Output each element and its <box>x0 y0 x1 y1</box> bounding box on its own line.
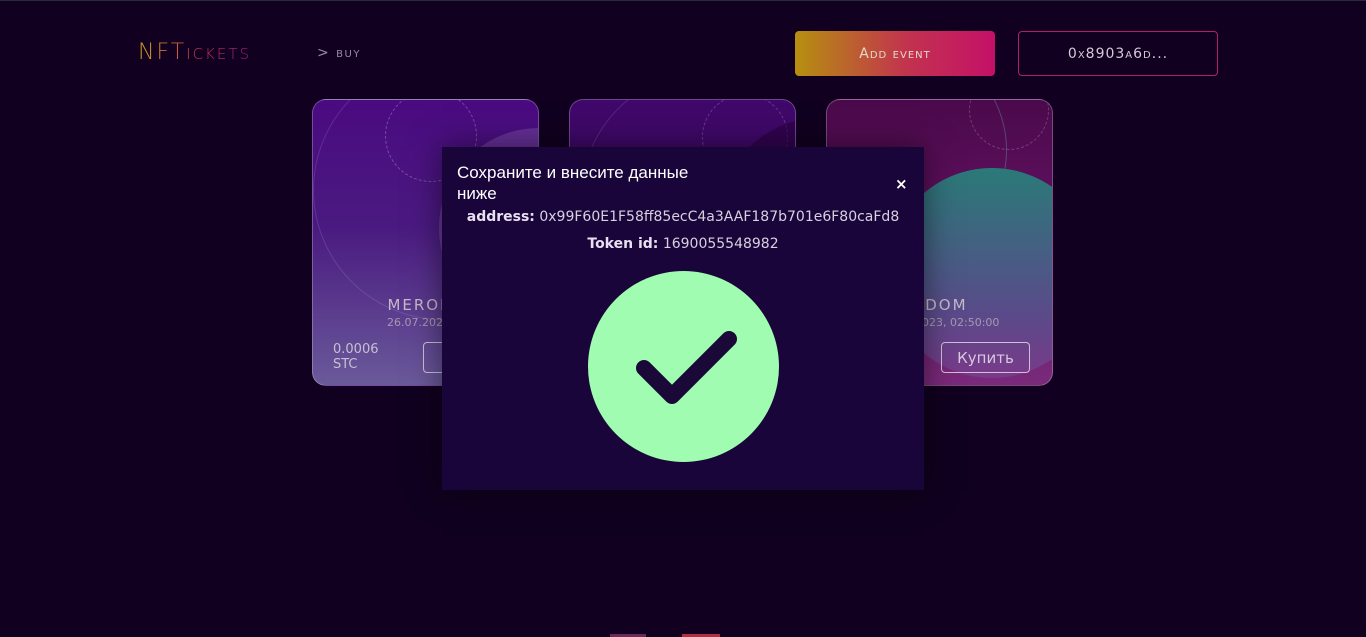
address-value: 0x99F60E1F58ff85ecC4a3AAF187b701e6F80caF… <box>539 209 900 225</box>
price-value: 0.0006 <box>333 342 379 357</box>
address-row: address: 0x99F60E1F58ff85ecC4a3AAF187b70… <box>442 209 924 225</box>
top-border <box>0 0 1366 1</box>
modal-title: Сохраните и внесите данные ниже <box>457 163 689 203</box>
token-row: Token id: 1690055548982 <box>442 236 924 252</box>
breadcrumb: > buy <box>317 45 361 61</box>
close-icon[interactable]: × <box>895 174 908 194</box>
success-modal: Сохраните и внесите данные ниже × addres… <box>442 147 924 490</box>
price-currency: STC <box>333 357 358 372</box>
wallet-button[interactable]: 0x8903a6d... <box>1018 31 1218 76</box>
add-event-button[interactable]: Add event <box>795 31 995 76</box>
logo[interactable]: NFTickets <box>138 40 251 65</box>
token-label: Token id: <box>587 236 659 252</box>
address-label: address: <box>466 209 535 225</box>
check-circle-icon <box>588 271 779 462</box>
token-value: 1690055548982 <box>662 236 779 252</box>
buy-button[interactable]: Купить <box>941 342 1030 373</box>
card-price: 0.0006 STC <box>333 342 379 372</box>
